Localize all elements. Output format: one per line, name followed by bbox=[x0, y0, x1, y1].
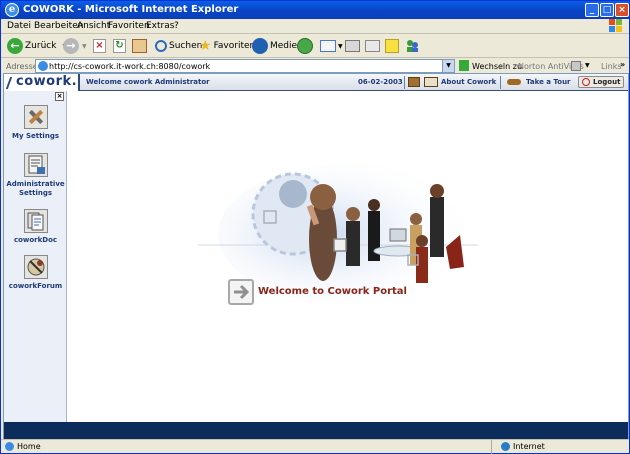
browser-toolbar: ← Zurück ▼ → ▼ × ↻ Suchen ★ Favoriten Me… bbox=[1, 34, 629, 58]
refresh-button[interactable]: ↻ bbox=[113, 37, 126, 55]
sidebar-item-administrative-settings[interactable]: Administrative Settings bbox=[4, 153, 67, 198]
menu-extras[interactable]: Extras bbox=[146, 21, 174, 31]
media-button[interactable]: Medien bbox=[252, 37, 303, 55]
welcome-banner: Welcome to Cowork Portal bbox=[258, 286, 407, 297]
about-cowork-link[interactable]: About Cowork bbox=[441, 78, 496, 86]
stop-button[interactable]: × bbox=[93, 37, 106, 55]
menu-datei[interactable]: Datei bbox=[7, 21, 31, 31]
forward-button[interactable]: → ▼ bbox=[63, 37, 87, 55]
menu-help[interactable]: ? bbox=[174, 21, 179, 31]
main-content: Welcome to Cowork Portal bbox=[68, 91, 628, 422]
power-icon bbox=[582, 78, 590, 86]
internet-globe-icon bbox=[501, 442, 510, 451]
home-icon bbox=[132, 39, 147, 53]
logout-button[interactable]: Logout bbox=[578, 76, 624, 88]
note-icon bbox=[385, 39, 399, 53]
menu-favoriten[interactable]: Favoriten bbox=[108, 21, 150, 31]
page-icon bbox=[38, 61, 48, 71]
forum-icon bbox=[23, 255, 48, 279]
mail-icon bbox=[320, 40, 336, 52]
home-button[interactable] bbox=[132, 37, 147, 55]
documents-icon bbox=[23, 209, 48, 233]
messenger-button[interactable] bbox=[405, 37, 419, 55]
menu-ansicht[interactable]: Ansicht bbox=[77, 21, 110, 31]
page-status-icon bbox=[5, 442, 14, 451]
title-bar: e COWORK - Microsoft Internet Explorer _… bbox=[1, 1, 629, 19]
separator bbox=[404, 76, 405, 89]
close-window-button[interactable]: × bbox=[615, 3, 629, 17]
chevron-down-icon: ▼ bbox=[338, 42, 343, 50]
about-icon bbox=[424, 77, 438, 87]
printer-icon bbox=[345, 40, 360, 52]
status-text: Home bbox=[17, 442, 41, 451]
search-icon bbox=[155, 40, 167, 52]
sidebar-item-label: coworkForum bbox=[8, 282, 63, 290]
admin-document-icon bbox=[23, 153, 48, 177]
sidebar-item-label: Administrative Settings bbox=[6, 180, 65, 197]
address-dropdown-icon[interactable]: ▼ bbox=[442, 60, 454, 72]
page-viewport: cowork. Welcome cowork Administrator 06-… bbox=[3, 73, 629, 439]
sidebar-item-label: My Settings bbox=[11, 132, 59, 140]
arrow-right-icon bbox=[228, 279, 254, 305]
address-label: Adresse bbox=[6, 62, 38, 71]
print-button[interactable] bbox=[345, 37, 360, 55]
address-field[interactable]: http://cs-cowork.it-work.ch:8080/cowork … bbox=[35, 59, 455, 73]
edit-page-icon bbox=[365, 40, 380, 52]
discuss-button[interactable] bbox=[385, 37, 399, 55]
tour-icon bbox=[507, 79, 521, 85]
links-label[interactable]: Links bbox=[601, 62, 622, 71]
sidebar: × My Settings Administrative Settings co… bbox=[4, 91, 67, 422]
sidebar-item-label: coworkDoc bbox=[13, 236, 58, 244]
chevron-right-icon[interactable]: » bbox=[620, 60, 625, 69]
norton-icon[interactable] bbox=[571, 61, 581, 71]
sidebar-item-coworkforum[interactable]: coworkForum bbox=[4, 255, 67, 291]
windows-logo-icon bbox=[609, 19, 623, 33]
ie-logo-icon: e bbox=[5, 3, 19, 17]
mail-button[interactable]: ▼ bbox=[320, 37, 343, 55]
security-zone-text: Internet bbox=[513, 442, 545, 451]
menu-bar: Datei Bearbeiten Ansicht Favoriten Extra… bbox=[1, 19, 629, 34]
separator bbox=[500, 76, 501, 89]
window-title: COWORK - Microsoft Internet Explorer bbox=[23, 4, 239, 15]
url-text: http://cs-cowork.it-work.ch:8080/cowork bbox=[49, 62, 211, 71]
cowork-logo: cowork. bbox=[4, 74, 80, 91]
app-footer-bar bbox=[4, 422, 628, 439]
address-bar: Adresse http://cs-cowork.it-work.ch:8080… bbox=[1, 59, 629, 73]
sidebar-close-button[interactable]: × bbox=[55, 92, 64, 101]
forward-arrow-icon: → bbox=[63, 38, 79, 54]
take-a-tour-link[interactable]: Take a Tour bbox=[526, 78, 571, 86]
back-arrow-icon: ← bbox=[7, 38, 23, 54]
star-icon: ★ bbox=[199, 38, 212, 54]
search-button[interactable]: Suchen bbox=[155, 37, 202, 55]
sidebar-item-my-settings[interactable]: My Settings bbox=[4, 105, 67, 141]
messenger-icon bbox=[405, 39, 419, 53]
welcome-user-text: Welcome cowork Administrator bbox=[86, 78, 210, 86]
status-bar: Home Internet bbox=[1, 439, 629, 454]
history-button[interactable] bbox=[297, 37, 313, 55]
sidebar-item-coworkdoc[interactable]: coworkDoc bbox=[4, 209, 67, 245]
browser-window: e COWORK - Microsoft Internet Explorer _… bbox=[0, 0, 630, 454]
history-icon bbox=[297, 38, 313, 54]
minimize-button[interactable]: _ bbox=[585, 3, 599, 17]
maximize-button[interactable]: □ bbox=[600, 3, 614, 17]
refresh-icon: ↻ bbox=[113, 39, 126, 53]
go-arrow-icon[interactable] bbox=[459, 60, 469, 71]
media-globe-icon bbox=[252, 38, 268, 54]
edit-button[interactable] bbox=[365, 37, 380, 55]
separator bbox=[491, 440, 492, 454]
tools-icon bbox=[23, 105, 48, 129]
back-button[interactable]: ← Zurück ▼ bbox=[7, 37, 67, 55]
current-date: 06-02-2003 bbox=[358, 78, 403, 86]
favorites-button[interactable]: ★ Favoriten bbox=[199, 37, 255, 55]
go-button[interactable]: Wechseln zu bbox=[472, 62, 522, 71]
stop-icon: × bbox=[93, 39, 106, 53]
chevron-down-icon[interactable]: ▼ bbox=[585, 62, 590, 69]
app-header: cowork. Welcome cowork Administrator 06-… bbox=[4, 74, 628, 91]
book-icon bbox=[408, 77, 420, 87]
chevron-down-icon: ▼ bbox=[82, 42, 87, 50]
